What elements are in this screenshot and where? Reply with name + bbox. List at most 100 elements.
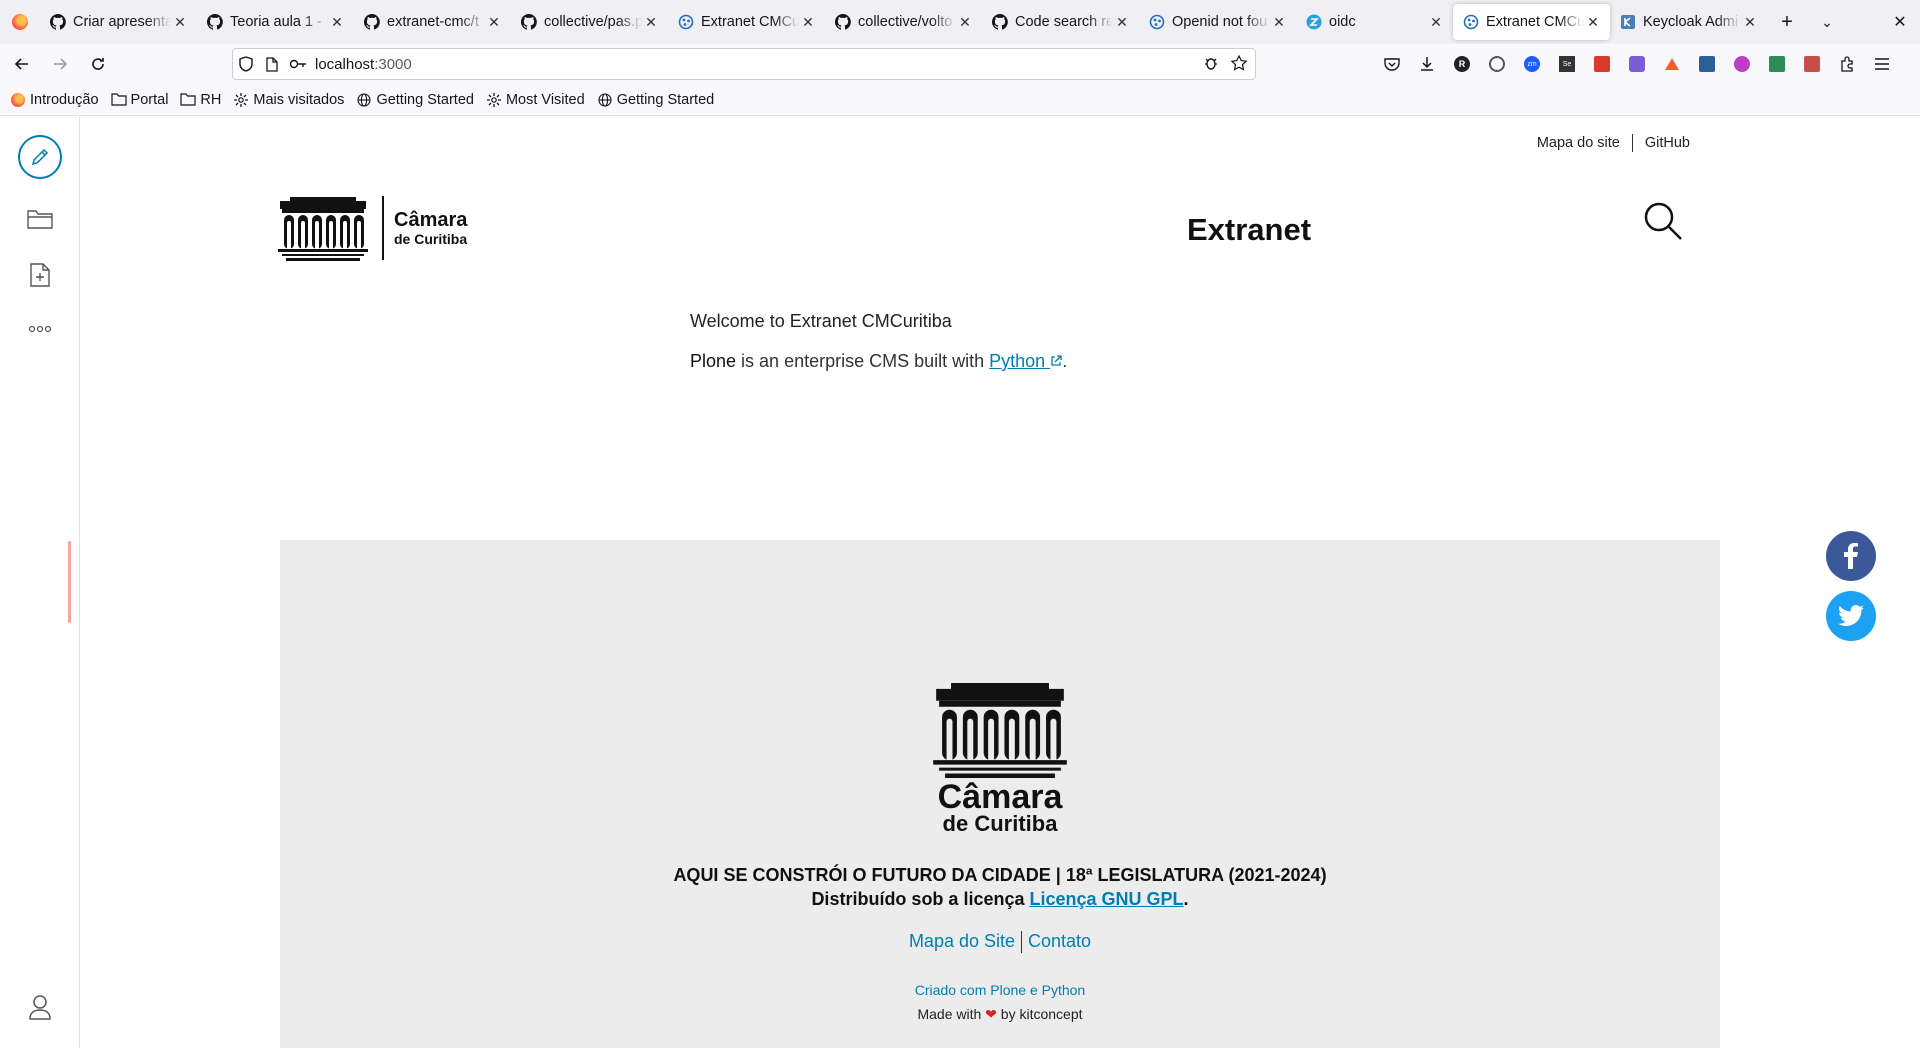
back-icon[interactable] — [6, 48, 38, 80]
key-icon[interactable] — [285, 58, 311, 70]
bookmark-item[interactable]: Most Visited — [486, 92, 585, 108]
folder-icon — [180, 92, 197, 108]
close-tab-icon[interactable]: ✕ — [1586, 14, 1600, 31]
browser-tab[interactable]: oidc ✕ — [1296, 4, 1453, 40]
close-tab-icon[interactable]: ✕ — [487, 14, 501, 31]
browser-tab[interactable]: Code search re ✕ — [982, 4, 1139, 40]
license-link[interactable]: Licença GNU GPL — [1030, 889, 1184, 909]
footer-license: Distribuído sob a licença Licença GNU GP… — [280, 889, 1720, 910]
footer-links: Mapa do Site Contato — [280, 931, 1720, 954]
close-tab-icon[interactable]: ✕ — [1429, 14, 1443, 31]
extension-d-icon[interactable] — [1485, 52, 1509, 76]
extension-se-icon[interactable]: Se — [1555, 52, 1579, 76]
browser-tab[interactable]: Extranet CMCu ✕ — [1453, 4, 1610, 40]
footer-sitemap-link[interactable]: Mapa do Site — [909, 931, 1015, 951]
browser-tab[interactable]: Teoria aula 1 - I ✕ — [197, 4, 354, 40]
firefox-menu-icon[interactable] — [0, 0, 40, 44]
close-tab-icon[interactable]: ✕ — [173, 14, 187, 31]
site-logo[interactable]: Câmara de Curitiba — [276, 195, 467, 261]
reload-icon[interactable] — [82, 48, 114, 80]
extension-purple-icon[interactable] — [1625, 52, 1649, 76]
heart-icon: ❤ — [985, 1006, 997, 1022]
facebook-share-button[interactable] — [1826, 531, 1876, 581]
bookmark-item[interactable]: Portal — [110, 92, 168, 108]
pocket-icon[interactable] — [1380, 52, 1404, 76]
logo-wordmark: Câmara de Curitiba — [382, 196, 467, 260]
folder-icon — [110, 92, 127, 108]
extension-triangle-icon[interactable] — [1660, 52, 1684, 76]
browser-tab[interactable]: Criar apresenta ✕ — [40, 4, 197, 40]
extension-cmc-icon[interactable] — [1800, 52, 1824, 76]
divider — [1631, 134, 1633, 152]
bookmark-item[interactable]: RH — [180, 92, 221, 108]
forward-icon[interactable] — [44, 48, 76, 80]
personal-tools-button[interactable] — [18, 985, 62, 1029]
bookmark-item[interactable]: Mais visitados — [233, 92, 344, 108]
close-tab-icon[interactable]: ✕ — [958, 14, 972, 31]
footer-contact-link[interactable]: Contato — [1028, 931, 1091, 951]
close-tab-icon[interactable]: ✕ — [1272, 14, 1286, 31]
extension-green-icon[interactable] — [1765, 52, 1789, 76]
bug-icon[interactable] — [1203, 55, 1219, 76]
extension-zm-icon[interactable]: zm — [1520, 52, 1544, 76]
bookmark-item[interactable]: Getting Started — [597, 92, 714, 108]
contents-button[interactable] — [18, 197, 62, 241]
plone-icon — [1463, 14, 1479, 30]
tab-title: extranet-cmc/t — [387, 14, 479, 30]
bookmark-label: Getting Started — [376, 91, 474, 108]
new-tab-icon[interactable]: + — [1767, 4, 1807, 40]
tab-title: Teoria aula 1 - I — [230, 14, 328, 30]
close-tab-icon[interactable]: ✕ — [1115, 14, 1129, 31]
python-link[interactable]: Python — [989, 351, 1062, 371]
search-icon[interactable] — [1643, 201, 1683, 246]
close-tab-icon[interactable]: ✕ — [801, 14, 815, 31]
browser-tab[interactable]: Extranet CMCu ✕ — [668, 4, 825, 40]
keycloak-icon — [1620, 14, 1636, 30]
url-text[interactable]: localhost:3000 — [315, 56, 412, 73]
close-window-icon[interactable]: ✕ — [1880, 4, 1920, 40]
github-link[interactable]: GitHub — [1645, 135, 1690, 151]
browser-tab[interactable]: collective/pas.p ✕ — [511, 4, 668, 40]
extension-blue-icon[interactable] — [1695, 52, 1719, 76]
shield-icon[interactable] — [233, 56, 259, 72]
bookmark-star-icon[interactable] — [1230, 54, 1248, 76]
site-actions: Mapa do site GitHub — [1537, 134, 1690, 152]
list-all-tabs-icon[interactable]: ⌄ — [1807, 4, 1847, 40]
browser-tab[interactable]: extranet-cmc/t ✕ — [354, 4, 511, 40]
browser-tab[interactable]: collective/volto ✕ — [825, 4, 982, 40]
sitemap-link[interactable]: Mapa do site — [1537, 135, 1620, 151]
tab-title: Extranet CMCu — [1486, 14, 1584, 30]
page-content: Mapa do site GitHub Câmara de Curitiba E… — [81, 117, 1920, 1048]
toolbar-drag-handle[interactable] — [68, 541, 71, 623]
twitter-share-button[interactable] — [1826, 591, 1876, 641]
extensions-toolbar: R zm Se — [1380, 52, 1894, 76]
extension-r-icon[interactable]: R — [1450, 52, 1474, 76]
url-host: localhost — [315, 55, 375, 73]
browser-tab[interactable]: Openid not fou ✕ — [1139, 4, 1296, 40]
close-tab-icon[interactable]: ✕ — [644, 14, 658, 31]
bookmark-item[interactable]: Introdução — [10, 92, 99, 108]
tab-title: collective/pas.p — [544, 14, 642, 30]
extension-red-icon[interactable] — [1590, 52, 1614, 76]
page-icon[interactable] — [259, 56, 285, 72]
edit-button[interactable] — [18, 135, 62, 179]
browser-tab[interactable]: Keycloak Admi ✕ — [1610, 4, 1767, 40]
footer-logo[interactable]: Câmara de Curitiba — [280, 680, 1720, 836]
close-tab-icon[interactable]: ✕ — [330, 14, 344, 31]
more-dots-icon — [28, 325, 52, 333]
url-bar[interactable]: localhost:3000 — [232, 48, 1256, 80]
close-tab-icon[interactable]: ✕ — [1743, 14, 1757, 31]
downloads-icon[interactable] — [1415, 52, 1439, 76]
made-with-suffix: by kitconcept — [996, 1006, 1083, 1022]
python-link-label: Python — [989, 351, 1046, 371]
add-button[interactable] — [18, 253, 62, 297]
globe-icon — [356, 92, 372, 108]
created-with-link[interactable]: Criado com Plone e Python — [280, 982, 1720, 998]
tab-title: Openid not fou — [1172, 14, 1268, 30]
extension-pink-icon[interactable] — [1730, 52, 1754, 76]
more-button[interactable] — [18, 307, 62, 351]
external-link-icon — [1051, 355, 1062, 366]
bookmark-item[interactable]: Getting Started — [356, 92, 474, 108]
app-menu-icon[interactable] — [1870, 52, 1894, 76]
extensions-puzzle-icon[interactable] — [1835, 52, 1859, 76]
